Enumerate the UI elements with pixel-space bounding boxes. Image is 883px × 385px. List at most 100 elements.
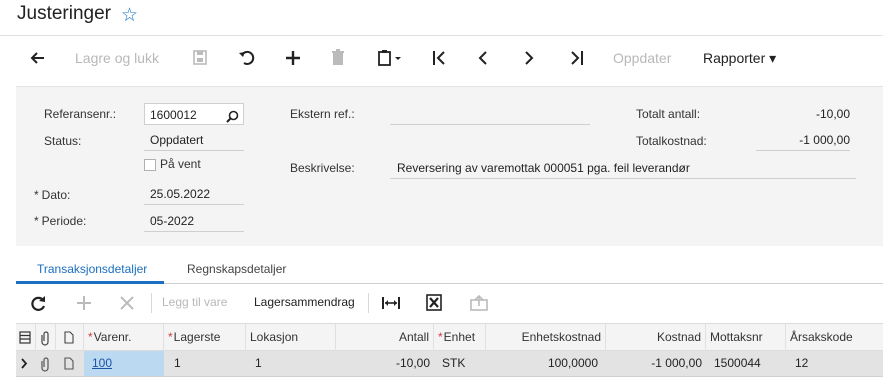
cell-item-number[interactable]: 100: [84, 351, 164, 376]
date-value: 25.05.2022: [150, 187, 211, 201]
cell-unit-cost[interactable]: 100,0000: [486, 351, 606, 376]
add-row-icon[interactable]: [76, 294, 92, 315]
col-uom-label: Enhet: [443, 330, 476, 344]
col-uom[interactable]: *Enhet: [434, 324, 486, 351]
save-close-button[interactable]: Lagre og lukk: [75, 47, 159, 69]
total-cost-field: -1 000,00: [756, 129, 850, 151]
search-icon[interactable]: [226, 108, 239, 130]
col-quantity[interactable]: Antall: [336, 324, 434, 351]
ref-number-value: 1600012: [150, 108, 197, 122]
cell-quantity[interactable]: -10,00: [336, 351, 434, 376]
col-location-label: Lokasjon: [250, 330, 299, 344]
col-location[interactable]: Lokasjon: [246, 324, 336, 351]
cell-receipt-number[interactable]: 1500044: [706, 351, 786, 376]
date-label-text: Dato:: [41, 188, 71, 202]
favorite-star-icon[interactable]: ☆: [121, 4, 138, 27]
grid-menu-icon[interactable]: [16, 324, 36, 351]
col-quantity-label: Antall: [398, 330, 429, 344]
previous-record-icon[interactable]: [477, 47, 489, 69]
tab-financial-details[interactable]: Regnskapsdetaljer: [187, 262, 286, 276]
ext-ref-label: Ekstern ref.:: [290, 107, 355, 121]
row-selector-chevron-icon[interactable]: [16, 351, 36, 376]
back-arrow-icon[interactable]: [30, 47, 46, 69]
status-label: Status:: [44, 134, 82, 148]
col-reason-code-label: Årsakskode: [790, 330, 853, 344]
ref-label: Referansenr.:: [44, 107, 117, 121]
add-item-button[interactable]: Legg til vare: [162, 295, 227, 309]
ext-ref-field[interactable]: [390, 103, 590, 125]
col-receipt-number-label: Mottaksnr: [710, 330, 763, 344]
col-cost-label: Kostnad: [656, 330, 701, 344]
separator: [151, 293, 152, 313]
total-cost-value: -1 000,00: [799, 133, 850, 147]
status-value: Oppdatert: [150, 133, 204, 147]
ref-number-field[interactable]: 1600012: [144, 103, 244, 125]
title-bar: Justeringer ☆: [0, 0, 883, 36]
date-field[interactable]: 25.05.2022: [144, 183, 244, 205]
required-mark: *: [88, 330, 93, 344]
save-disk-icon[interactable]: [192, 47, 208, 69]
col-warehouse-label: Lagerste: [173, 330, 221, 344]
total-qty-field: -10,00: [756, 103, 850, 125]
description-field[interactable]: Reversering av varemottak 000051 pga. fe…: [390, 157, 856, 179]
total-qty-value: -10,00: [815, 107, 850, 121]
row-note-icon[interactable]: [56, 351, 84, 376]
col-cost[interactable]: Kostnad: [606, 324, 706, 351]
excel-export-icon[interactable]: [426, 294, 442, 314]
required-mark: *: [168, 330, 173, 344]
undo-icon[interactable]: [238, 47, 256, 69]
upload-icon[interactable]: [470, 294, 488, 314]
first-record-icon[interactable]: [431, 47, 447, 69]
required-mark: *: [34, 214, 39, 228]
col-reason-code[interactable]: Årsakskode: [786, 324, 883, 351]
row-attachment-icon[interactable]: [36, 351, 56, 376]
separator: [368, 293, 369, 313]
refresh-icon[interactable]: [30, 294, 46, 315]
cell-reason-code[interactable]: 12: [786, 351, 883, 376]
period-field[interactable]: 05-2022: [144, 210, 244, 232]
total-qty-label: Totalt antall:: [636, 107, 701, 121]
required-mark: *: [438, 330, 443, 344]
cell-location[interactable]: 1: [246, 351, 336, 376]
document-header-form: Referansenr.: 1600012 Status: Oppdatert …: [16, 86, 883, 246]
period-value: 05-2022: [150, 214, 195, 228]
on-hold-checkbox[interactable]: [144, 159, 156, 171]
next-record-icon[interactable]: [523, 47, 535, 69]
col-unit-cost[interactable]: Enhetskostnad: [486, 324, 606, 351]
tab-transaction-details[interactable]: Transaksjonsdetaljer: [37, 262, 147, 276]
cell-cost[interactable]: -1 000,00: [606, 351, 706, 376]
period-label-text: Periode:: [41, 214, 87, 228]
description-label: Beskrivelse:: [290, 161, 355, 175]
active-tab-indicator: [16, 281, 164, 284]
fit-columns-icon[interactable]: [382, 295, 400, 314]
reports-menu[interactable]: Rapporter ▾: [703, 47, 776, 69]
grid-toolbar: Legg til vare Lagersammendrag: [16, 287, 883, 321]
col-warehouse[interactable]: *Lagerste: [164, 324, 246, 351]
attachment-column-icon: [36, 324, 56, 351]
date-label: * Dato:: [34, 188, 70, 202]
required-mark: *: [34, 188, 39, 202]
note-column-icon: [56, 324, 84, 351]
period-label: * Periode:: [34, 214, 86, 228]
col-item-number-label: Varenr.: [93, 330, 132, 344]
grid-header: *Varenr. *Lagerste Lokasjon Antall *Enhe…: [16, 323, 883, 351]
table-row[interactable]: 100 1 1 -10,00 STK 100,0000 -1 000,00 15…: [16, 351, 883, 377]
cell-uom[interactable]: STK: [434, 351, 486, 376]
main-toolbar: Lagre og lukk Oppdater Rapporter ▾: [0, 37, 883, 79]
detail-tabs: Transaksjonsdetaljer Regnskapsdetaljer: [16, 258, 883, 284]
update-button[interactable]: Oppdater: [613, 47, 671, 69]
delete-trash-icon[interactable]: [331, 47, 345, 69]
col-item-number[interactable]: *Varenr.: [84, 324, 164, 351]
add-icon[interactable]: [285, 47, 301, 69]
inventory-summary-button[interactable]: Lagersammendrag: [254, 295, 355, 309]
delete-row-icon[interactable]: [119, 294, 135, 315]
item-number-link[interactable]: 100: [92, 356, 112, 370]
total-cost-label: Totalkostnad:: [636, 134, 707, 148]
col-unit-cost-label: Enhetskostnad: [521, 330, 601, 344]
on-hold-label: På vent: [160, 157, 201, 171]
cell-warehouse[interactable]: 1: [164, 351, 246, 376]
status-field: Oppdatert: [144, 129, 244, 151]
last-record-icon[interactable]: [569, 47, 585, 69]
col-receipt-number[interactable]: Mottaksnr: [706, 324, 786, 351]
clipboard-menu-icon[interactable]: [378, 47, 404, 69]
